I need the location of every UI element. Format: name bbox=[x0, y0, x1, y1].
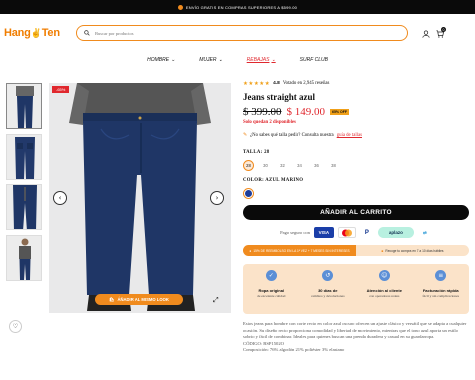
main-nav: HOMBRE ⌄ MUJER ⌄ REBAJAS ⌄ SURF CLUB bbox=[0, 54, 475, 66]
shopping-bag-icon: 🛍 bbox=[109, 296, 115, 302]
aplazo-icon: aplazo bbox=[377, 227, 414, 238]
product-description: Estos jeans para hombre con corte recto … bbox=[243, 321, 469, 354]
color-swatch-navy[interactable] bbox=[243, 188, 254, 199]
size-options: 28 30 32 34 36 38 bbox=[243, 160, 469, 171]
size-option[interactable]: 38 bbox=[328, 160, 339, 171]
size-option[interactable]: 36 bbox=[311, 160, 322, 171]
header: Hang✌Ten 0 bbox=[0, 14, 475, 52]
price-row: $ 399.00 $ 149.00 65% OFF bbox=[243, 106, 469, 118]
wishlist-heart-icon[interactable]: ♡ bbox=[9, 320, 22, 333]
expand-icon[interactable]: ⤢ bbox=[213, 296, 219, 305]
discount-tag: 65% OFF bbox=[330, 109, 349, 115]
next-image-button[interactable]: › bbox=[210, 191, 224, 205]
people-icon: ☺ bbox=[378, 270, 390, 281]
search-bar[interactable] bbox=[76, 25, 408, 41]
sku-text: CÓDIGO: BSP1502O bbox=[243, 340, 284, 346]
nav-item-hombre[interactable]: HOMBRE ⌄ bbox=[147, 54, 175, 66]
color-options bbox=[243, 188, 469, 199]
color-label: COLOR: AZUL MARINO bbox=[243, 178, 304, 183]
invoice-icon: ≡ bbox=[435, 270, 447, 281]
size-option[interactable]: 34 bbox=[294, 160, 305, 171]
benefit-invoice: ≡ Facturación rápida fácil y sin complic… bbox=[422, 270, 459, 298]
composition-text: Composición: 76% algodón 21% poliéster 3… bbox=[243, 347, 345, 353]
model-full-image bbox=[7, 235, 41, 280]
nav-item-rebajas[interactable]: REBAJAS ⌄ bbox=[247, 54, 276, 66]
thumbnail-3[interactable] bbox=[6, 184, 42, 230]
nav-item-mujer[interactable]: MUJER ⌄ bbox=[199, 54, 222, 66]
search-icon bbox=[84, 30, 90, 36]
chevron-down-icon: ⌄ bbox=[271, 57, 276, 63]
secure-pay-label: Pago seguro con bbox=[280, 230, 310, 235]
original-price: $ 399.00 bbox=[243, 106, 282, 118]
size-guide-link[interactable]: guía de tallas bbox=[337, 133, 362, 138]
size-option[interactable]: 32 bbox=[277, 160, 288, 171]
jeans-back-image bbox=[7, 134, 41, 179]
benefit-original: ✓ Ropa original de excelente calidad bbox=[257, 270, 286, 298]
cart-count-badge: 0 bbox=[441, 27, 446, 32]
thumbnail-1[interactable] bbox=[6, 83, 42, 129]
discount-badge: -65% bbox=[52, 86, 70, 93]
badge-check-icon: ✓ bbox=[265, 270, 277, 281]
logo-hands-icon: ✌ bbox=[30, 28, 42, 38]
jeans-main-image bbox=[49, 83, 231, 313]
benefit-support: ☺ Atención al cliente con operadores rea… bbox=[366, 270, 402, 298]
promo-left: ● 15% DE REEMBOLSO EN LA 1ª VEZ + 7 MESES… bbox=[243, 245, 356, 256]
ruler-icon: ✎ bbox=[243, 133, 248, 138]
size-option[interactable]: 30 bbox=[260, 160, 271, 171]
stock-notice: Solo quedan 2 disponibles bbox=[243, 120, 296, 125]
thumbnail-list bbox=[6, 83, 44, 285]
sale-price: $ 149.00 bbox=[286, 106, 326, 118]
visa-icon: VISA bbox=[313, 227, 334, 238]
chevron-left-icon: ‹ bbox=[58, 194, 62, 202]
benefit-returns: ↺ 30 días de cambios y devoluciones bbox=[310, 270, 345, 298]
jeans-detail-image bbox=[7, 185, 41, 229]
description-text: Estos jeans para hombre con corte recto … bbox=[243, 321, 467, 340]
thumbnail-2[interactable] bbox=[6, 133, 42, 180]
paypal-icon: P bbox=[364, 229, 369, 236]
mercadopago-icon: ⇄ bbox=[422, 229, 427, 235]
mastercard-icon bbox=[337, 227, 356, 238]
rating-value: 4.8 bbox=[273, 81, 280, 86]
rating-row[interactable]: ★★★★★ 4.8 Votado en 2,945 reseñas bbox=[243, 79, 469, 88]
announcement-bar: ENVÍO GRATIS EN COMPRAS SUPERIORES A $59… bbox=[0, 0, 475, 14]
prev-image-button[interactable]: ‹ bbox=[53, 191, 67, 205]
product-info: ★★★★★ 4.8 Votado en 2,945 reseñas Jeans … bbox=[243, 79, 469, 354]
payment-methods: Pago seguro con VISA P aplazo ⇄ bbox=[243, 227, 469, 238]
announcement-icon bbox=[177, 4, 183, 10]
promo-banner[interactable]: ● 15% DE REEMBOLSO EN LA 1ª VEZ + 7 MESES… bbox=[243, 245, 469, 256]
size-help-text: ¿No sabes qué talla pedir? Consulta nues… bbox=[250, 133, 334, 138]
thumbnail-4[interactable] bbox=[6, 234, 42, 281]
search-input[interactable] bbox=[95, 30, 375, 36]
add-same-look-button[interactable]: 🛍 ÁÑADIR AL MISMO LOOK bbox=[95, 294, 183, 305]
percent-icon: ● bbox=[249, 248, 252, 253]
size-guide-row: ✎ ¿No sabes qué talla pedir? Consulta nu… bbox=[243, 133, 469, 138]
logo[interactable]: Hang✌Ten bbox=[4, 27, 60, 39]
chevron-right-icon: › bbox=[215, 194, 219, 202]
chevron-down-icon: ⌄ bbox=[218, 57, 223, 63]
store-icon: ■ bbox=[381, 248, 384, 253]
benefits-panel: ✓ Ropa original de excelente calidad ↺ 3… bbox=[243, 264, 469, 314]
size-label: TALLA: 28 bbox=[243, 150, 270, 155]
nav-item-surf-club[interactable]: SURF CLUB bbox=[300, 54, 328, 66]
jeans-front-image bbox=[7, 84, 41, 128]
promo-right: ■ Recoge tu compra en 7 a 10 días hábiles bbox=[356, 245, 469, 256]
chevron-down-icon: ⌄ bbox=[171, 57, 176, 63]
user-icon[interactable] bbox=[422, 30, 430, 38]
return-icon: ↺ bbox=[322, 270, 334, 281]
product-title: Jeans straight azul bbox=[243, 92, 315, 102]
size-option[interactable]: 28 bbox=[243, 160, 254, 171]
add-to-cart-button[interactable]: AÑADIR AL CARRITO bbox=[243, 205, 469, 220]
main-product-image[interactable] bbox=[49, 83, 231, 313]
announcement-text: ENVÍO GRATIS EN COMPRAS SUPERIORES A $59… bbox=[185, 4, 298, 10]
rating-count: Votado en 2,945 reseñas bbox=[282, 81, 330, 86]
star-rating-icon: ★★★★★ bbox=[243, 80, 271, 87]
